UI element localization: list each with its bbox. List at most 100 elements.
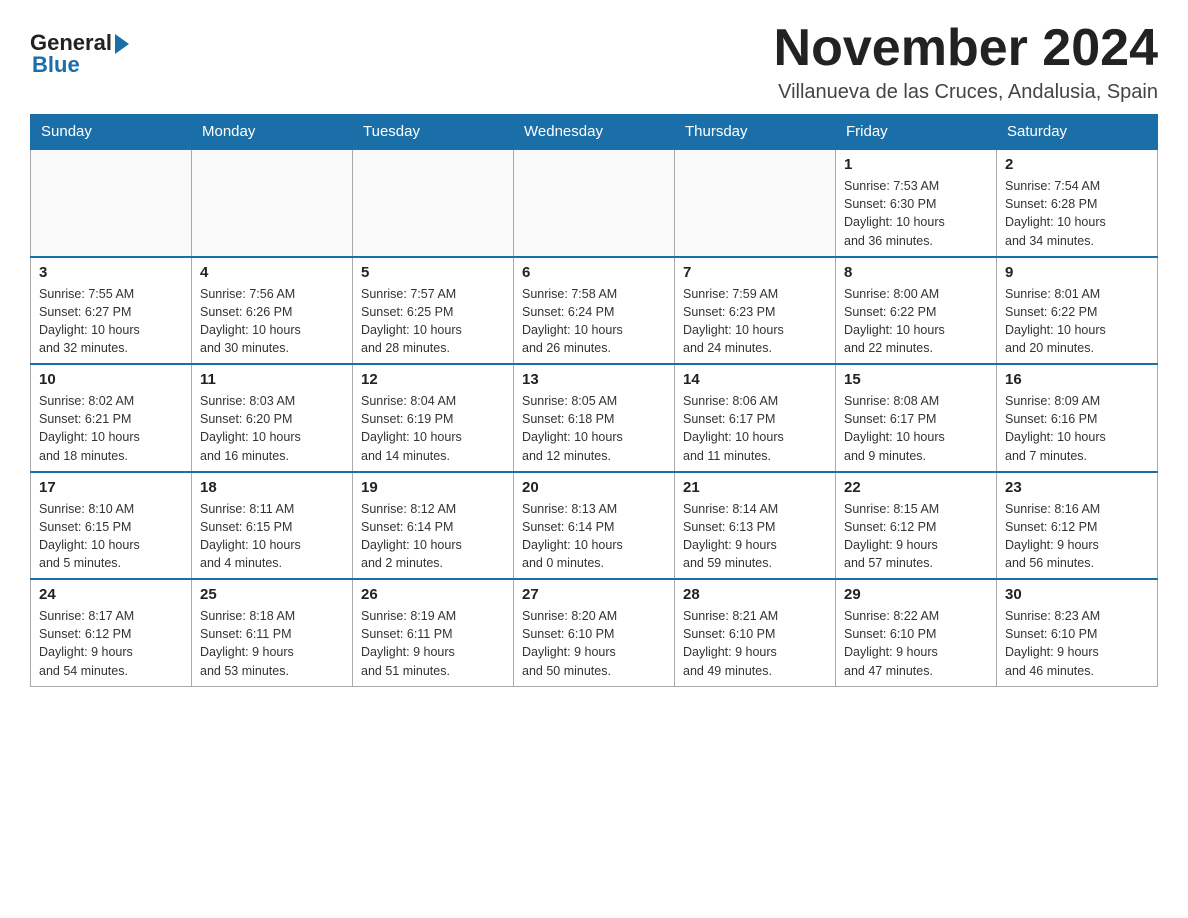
calendar-cell: 20 Sunrise: 8:13 AM Sunset: 6:14 PM Dayli… — [514, 472, 675, 580]
calendar-week-row: 1 Sunrise: 7:53 AM Sunset: 6:30 PM Daylig… — [31, 149, 1158, 257]
calendar-cell: 24 Sunrise: 8:17 AM Sunset: 6:12 PM Dayli… — [31, 579, 192, 686]
day-info: Sunrise: 8:15 AM Sunset: 6:12 PM Dayligh… — [844, 500, 988, 573]
day-number: 29 — [844, 586, 988, 603]
day-number: 12 — [361, 371, 505, 388]
calendar-cell: 11 Sunrise: 8:03 AM Sunset: 6:20 PM Dayli… — [192, 364, 353, 472]
day-info: Sunrise: 7:57 AM Sunset: 6:25 PM Dayligh… — [361, 285, 505, 358]
calendar-cell: 4Sunrise: 7:56 AM Sunset: 6:26 PM Daylig… — [192, 257, 353, 365]
day-info: Sunrise: 8:13 AM Sunset: 6:14 PM Dayligh… — [522, 500, 666, 573]
day-number: 19 — [361, 479, 505, 496]
day-number: 10 — [39, 371, 183, 388]
day-number: 8 — [844, 264, 988, 281]
calendar-cell: 28 Sunrise: 8:21 AM Sunset: 6:10 PM Dayli… — [675, 579, 836, 686]
day-info: Sunrise: 7:53 AM Sunset: 6:30 PM Dayligh… — [844, 177, 988, 250]
day-number: 18 — [200, 479, 344, 496]
day-info: Sunrise: 8:12 AM Sunset: 6:14 PM Dayligh… — [361, 500, 505, 573]
calendar-day-header: Monday — [192, 115, 353, 150]
calendar-cell: 14Sunrise: 8:06 AM Sunset: 6:17 PM Dayli… — [675, 364, 836, 472]
day-info: Sunrise: 8:23 AM Sunset: 6:10 PM Dayligh… — [1005, 607, 1149, 680]
day-info: Sunrise: 8:17 AM Sunset: 6:12 PM Dayligh… — [39, 607, 183, 680]
header: General Blue November 2024 Villanueva de… — [30, 20, 1158, 104]
calendar-cell: 2 Sunrise: 7:54 AM Sunset: 6:28 PM Daylig… — [997, 149, 1158, 257]
day-number: 26 — [361, 586, 505, 603]
location-title: Villanueva de las Cruces, Andalusia, Spa… — [774, 81, 1158, 104]
day-info: Sunrise: 7:54 AM Sunset: 6:28 PM Dayligh… — [1005, 177, 1149, 250]
calendar-week-row: 3 Sunrise: 7:55 AM Sunset: 6:27 PM Daylig… — [31, 257, 1158, 365]
day-number: 2 — [1005, 156, 1149, 173]
month-title: November 2024 — [774, 20, 1158, 77]
day-number: 24 — [39, 586, 183, 603]
calendar-table: SundayMondayTuesdayWednesdayThursdayFrid… — [30, 114, 1158, 687]
day-number: 21 — [683, 479, 827, 496]
logo-blue-text: Blue — [32, 52, 129, 78]
calendar-cell: 8 Sunrise: 8:00 AM Sunset: 6:22 PM Daylig… — [836, 257, 997, 365]
day-info: Sunrise: 8:18 AM Sunset: 6:11 PM Dayligh… — [200, 607, 344, 680]
calendar-week-row: 24 Sunrise: 8:17 AM Sunset: 6:12 PM Dayli… — [31, 579, 1158, 686]
calendar-cell: 17Sunrise: 8:10 AM Sunset: 6:15 PM Dayli… — [31, 472, 192, 580]
day-number: 3 — [39, 264, 183, 281]
calendar-week-row: 10Sunrise: 8:02 AM Sunset: 6:21 PM Dayli… — [31, 364, 1158, 472]
day-info: Sunrise: 8:22 AM Sunset: 6:10 PM Dayligh… — [844, 607, 988, 680]
day-number: 20 — [522, 479, 666, 496]
calendar-cell — [353, 149, 514, 257]
day-info: Sunrise: 8:01 AM Sunset: 6:22 PM Dayligh… — [1005, 285, 1149, 358]
logo: General Blue — [30, 30, 129, 78]
day-info: Sunrise: 8:11 AM Sunset: 6:15 PM Dayligh… — [200, 500, 344, 573]
day-info: Sunrise: 8:04 AM Sunset: 6:19 PM Dayligh… — [361, 392, 505, 465]
calendar-day-header: Tuesday — [353, 115, 514, 150]
calendar-day-header: Sunday — [31, 115, 192, 150]
day-info: Sunrise: 8:03 AM Sunset: 6:20 PM Dayligh… — [200, 392, 344, 465]
calendar-cell: 1 Sunrise: 7:53 AM Sunset: 6:30 PM Daylig… — [836, 149, 997, 257]
calendar-cell: 15Sunrise: 8:08 AM Sunset: 6:17 PM Dayli… — [836, 364, 997, 472]
day-info: Sunrise: 8:20 AM Sunset: 6:10 PM Dayligh… — [522, 607, 666, 680]
day-number: 28 — [683, 586, 827, 603]
day-info: Sunrise: 7:59 AM Sunset: 6:23 PM Dayligh… — [683, 285, 827, 358]
calendar-cell: 9 Sunrise: 8:01 AM Sunset: 6:22 PM Daylig… — [997, 257, 1158, 365]
calendar-cell: 22 Sunrise: 8:15 AM Sunset: 6:12 PM Dayli… — [836, 472, 997, 580]
day-info: Sunrise: 7:56 AM Sunset: 6:26 PM Dayligh… — [200, 285, 344, 358]
calendar-day-header: Friday — [836, 115, 997, 150]
title-block: November 2024 Villanueva de las Cruces, … — [774, 20, 1158, 104]
calendar-cell: 18 Sunrise: 8:11 AM Sunset: 6:15 PM Dayli… — [192, 472, 353, 580]
day-number: 13 — [522, 371, 666, 388]
day-info: Sunrise: 8:00 AM Sunset: 6:22 PM Dayligh… — [844, 285, 988, 358]
calendar-cell: 19 Sunrise: 8:12 AM Sunset: 6:14 PM Dayli… — [353, 472, 514, 580]
day-info: Sunrise: 8:19 AM Sunset: 6:11 PM Dayligh… — [361, 607, 505, 680]
day-info: Sunrise: 8:08 AM Sunset: 6:17 PM Dayligh… — [844, 392, 988, 465]
calendar-day-header: Wednesday — [514, 115, 675, 150]
calendar-cell: 6Sunrise: 7:58 AM Sunset: 6:24 PM Daylig… — [514, 257, 675, 365]
day-info: Sunrise: 8:14 AM Sunset: 6:13 PM Dayligh… — [683, 500, 827, 573]
day-number: 22 — [844, 479, 988, 496]
day-number: 5 — [361, 264, 505, 281]
day-info: Sunrise: 8:10 AM Sunset: 6:15 PM Dayligh… — [39, 500, 183, 573]
calendar-cell — [192, 149, 353, 257]
day-info: Sunrise: 7:55 AM Sunset: 6:27 PM Dayligh… — [39, 285, 183, 358]
calendar-cell — [31, 149, 192, 257]
day-info: Sunrise: 8:05 AM Sunset: 6:18 PM Dayligh… — [522, 392, 666, 465]
day-number: 16 — [1005, 371, 1149, 388]
day-number: 11 — [200, 371, 344, 388]
calendar-cell: 10Sunrise: 8:02 AM Sunset: 6:21 PM Dayli… — [31, 364, 192, 472]
day-info: Sunrise: 8:09 AM Sunset: 6:16 PM Dayligh… — [1005, 392, 1149, 465]
day-info: Sunrise: 7:58 AM Sunset: 6:24 PM Dayligh… — [522, 285, 666, 358]
day-number: 9 — [1005, 264, 1149, 281]
day-number: 14 — [683, 371, 827, 388]
calendar-cell: 27Sunrise: 8:20 AM Sunset: 6:10 PM Dayli… — [514, 579, 675, 686]
calendar-cell: 26 Sunrise: 8:19 AM Sunset: 6:11 PM Dayli… — [353, 579, 514, 686]
day-number: 23 — [1005, 479, 1149, 496]
calendar-cell: 29 Sunrise: 8:22 AM Sunset: 6:10 PM Dayli… — [836, 579, 997, 686]
day-info: Sunrise: 8:21 AM Sunset: 6:10 PM Dayligh… — [683, 607, 827, 680]
calendar-cell: 16 Sunrise: 8:09 AM Sunset: 6:16 PM Dayli… — [997, 364, 1158, 472]
calendar-cell: 21 Sunrise: 8:14 AM Sunset: 6:13 PM Dayli… — [675, 472, 836, 580]
day-number: 25 — [200, 586, 344, 603]
calendar-day-header: Saturday — [997, 115, 1158, 150]
day-info: Sunrise: 8:16 AM Sunset: 6:12 PM Dayligh… — [1005, 500, 1149, 573]
calendar-header-row: SundayMondayTuesdayWednesdayThursdayFrid… — [31, 115, 1158, 150]
calendar-cell: 12 Sunrise: 8:04 AM Sunset: 6:19 PM Dayli… — [353, 364, 514, 472]
day-number: 7 — [683, 264, 827, 281]
calendar-cell: 23 Sunrise: 8:16 AM Sunset: 6:12 PM Dayli… — [997, 472, 1158, 580]
calendar-cell — [514, 149, 675, 257]
calendar-day-header: Thursday — [675, 115, 836, 150]
day-number: 1 — [844, 156, 988, 173]
calendar-cell: 30Sunrise: 8:23 AM Sunset: 6:10 PM Dayli… — [997, 579, 1158, 686]
